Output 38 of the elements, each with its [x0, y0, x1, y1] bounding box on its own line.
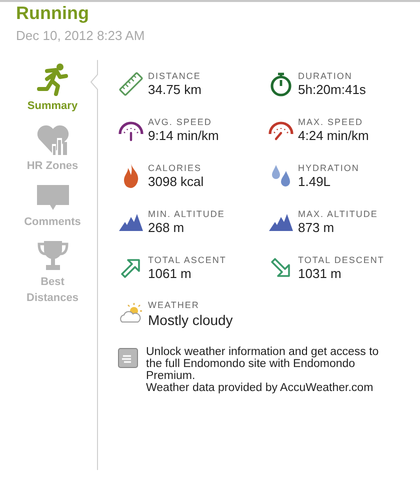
- weather-value: Mostly cloudy: [148, 310, 233, 328]
- activity-date: Dec 10, 2012 8:23 AM: [16, 27, 146, 45]
- stat-value: 1.49L: [298, 174, 332, 190]
- stat-label: DISTANCE: [148, 70, 202, 82]
- stat-label: MAX. SPEED: [298, 116, 364, 128]
- stat-label: MAX. ALTITUDE: [298, 208, 378, 220]
- stat-value: 5h:20m:41s: [298, 82, 366, 98]
- stat-label: CALORIES: [148, 162, 203, 174]
- stat-label: DURATION: [298, 70, 354, 82]
- stat-label: TOTAL DESCENT: [298, 254, 384, 266]
- stat-value: 1061 m: [148, 266, 192, 282]
- sidebar-tab[interactable]: HR Zones: [18, 124, 88, 174]
- weather-label: WEATHER: [148, 298, 200, 310]
- stat-value: 268 m: [148, 220, 186, 236]
- stat-value: 9:14 min/km: [148, 128, 219, 144]
- stat-value: 1031 m: [298, 266, 342, 282]
- stat-label: HYDRATION: [298, 162, 360, 174]
- trophy-icon: [36, 240, 70, 272]
- activity-title: Running: [16, 2, 90, 24]
- cloud-sun-icon: [118, 302, 144, 326]
- stopwatch-icon: [268, 70, 294, 96]
- stat-label: TOTAL ASCENT: [148, 254, 226, 266]
- premium-note: Weather data provided by AccuWeather.com: [146, 382, 374, 394]
- ruler-icon: [118, 70, 144, 96]
- sidebar-tab[interactable]: Comments: [18, 184, 88, 230]
- stat-value: 4:24 min/km: [298, 128, 369, 144]
- sidebar-tab[interactable]: Best Distances: [18, 240, 88, 306]
- heart-chart-icon: [36, 124, 70, 156]
- sidebar-tab[interactable]: Summary: [18, 62, 88, 114]
- stat-value: 34.75 km: [148, 82, 202, 98]
- premium-badge-icon: [118, 348, 138, 368]
- speech-bubble-icon: [36, 184, 70, 212]
- stat-value: 873 m: [298, 220, 336, 236]
- stat-value: 3098 kcal: [148, 174, 204, 190]
- premium-note: Unlock weather information and get access to the full Endomondo site with Endomondo Premium.: [146, 346, 380, 382]
- stat-label: MIN. ALTITUDE: [148, 208, 225, 220]
- runner-icon: [36, 62, 70, 96]
- stat-label: AVG. SPEED: [148, 116, 213, 128]
